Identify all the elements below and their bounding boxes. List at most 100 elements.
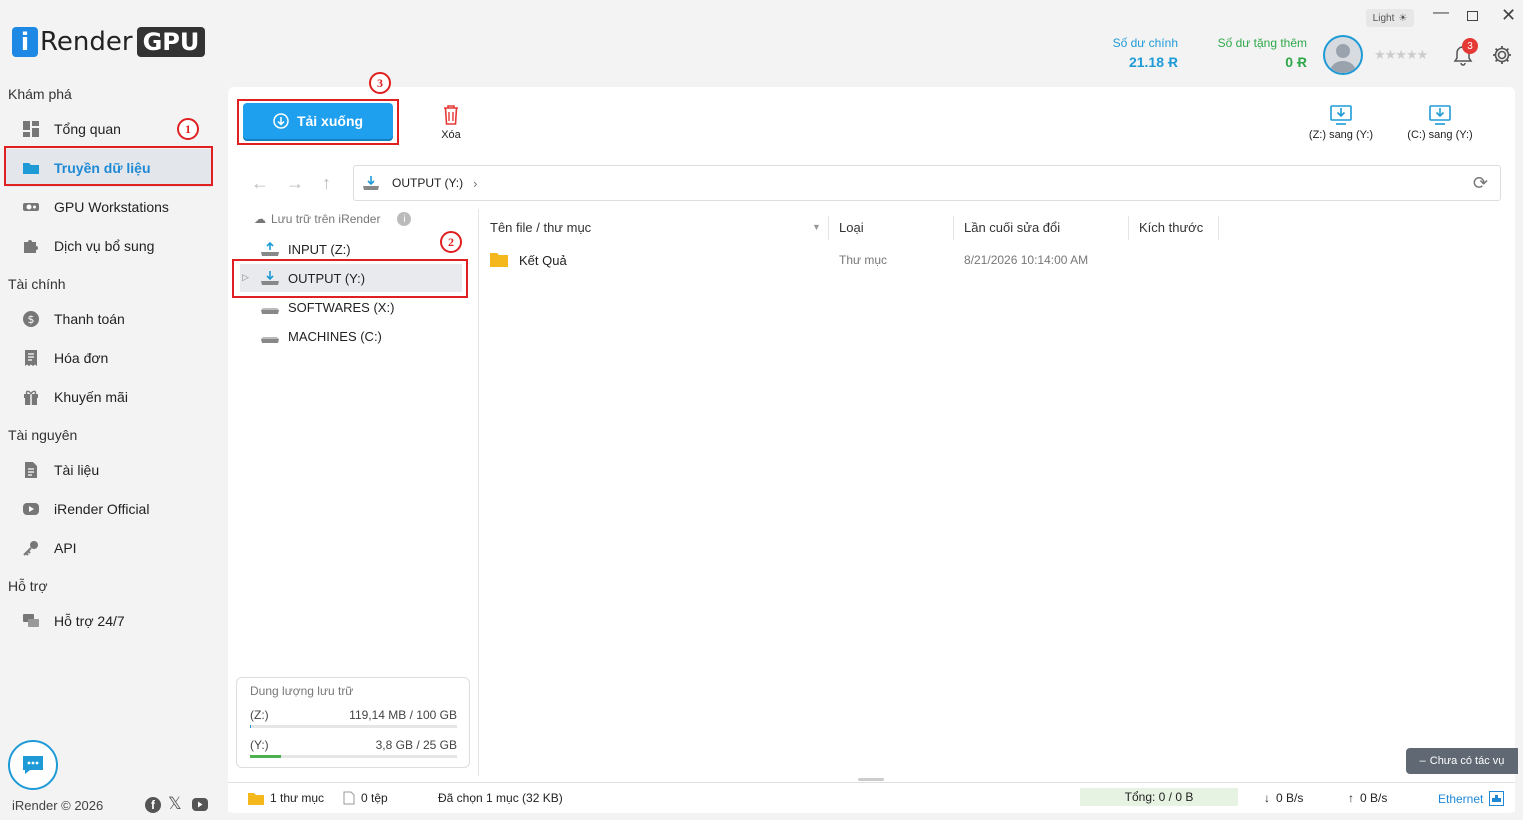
delete-button[interactable]: Xóa: [436, 104, 466, 141]
tree-item-label: INPUT (Z:): [288, 241, 351, 257]
z-to-y-label: (Z:) sang (Y:): [1308, 129, 1374, 141]
toast-label: Chưa có tác vụ: [1429, 755, 1505, 767]
status-network: Ethernet: [1438, 791, 1484, 806]
storage-panel: Dung lượng lưu trữ (Z:) 119,14 MB / 100 …: [236, 677, 470, 768]
main-balance-value: 21.18 Ɍ: [1128, 54, 1178, 70]
sort-down-icon[interactable]: ▼: [812, 222, 821, 232]
minimize-icon[interactable]: —: [1433, 4, 1449, 22]
tree-item-label: MACHINES (C:): [288, 328, 382, 344]
drive-icon: [261, 308, 279, 314]
copyright: iRender © 2026: [12, 798, 104, 813]
sidebar-item-label: iRender Official: [54, 501, 150, 517]
bonus-balance-value: 0 Ɍ: [1285, 54, 1307, 70]
section-kham-pha: Khám phá: [8, 86, 72, 102]
column-divider[interactable]: [953, 216, 954, 240]
annotation-box-1: [4, 146, 213, 186]
sidebar-item-irender-official[interactable]: iRender Official: [6, 490, 212, 528]
sidebar-item-gpu-workstations[interactable]: GPU Workstations: [6, 188, 212, 226]
sidebar-item-dich-vu-bo-sung[interactable]: Dịch vụ bổ sung: [6, 227, 212, 265]
file-icon: [343, 791, 355, 805]
gift-icon: [24, 390, 38, 405]
refresh-icon[interactable]: ⟳: [1473, 173, 1488, 194]
section-tai-chinh: Tài chính: [8, 276, 66, 292]
column-header-name[interactable]: Tên file / thư mục: [490, 220, 591, 235]
tree-item-label: SOFTWARES (X:): [288, 299, 395, 315]
gear-icon[interactable]: [1491, 44, 1513, 69]
chevron-right-icon: ›: [473, 175, 478, 191]
storage-z-label: (Z:): [250, 708, 269, 722]
tree-item-machines[interactable]: MACHINES (C:): [260, 323, 382, 349]
drive-icon: [261, 337, 279, 343]
column-header-modified[interactable]: Lần cuối sửa đổi: [964, 220, 1060, 235]
theme-toggle[interactable]: Light ☀: [1366, 9, 1414, 27]
sidebar-item-ho-tro[interactable]: Hỗ trợ 24/7: [6, 602, 212, 640]
rating-stars: ★★★★★: [1374, 47, 1428, 62]
puzzle-icon: [24, 240, 38, 253]
c-to-y-button[interactable]: (C:) sang (Y:): [1404, 104, 1476, 141]
theme-label: Light: [1372, 12, 1395, 24]
sidebar-item-label: Khuyến mãi: [54, 389, 128, 405]
column-header-type[interactable]: Loại: [839, 220, 864, 235]
key-icon: [23, 541, 38, 556]
bonus-balance: Số dư tặng thêm 0 Ɍ: [1200, 36, 1307, 70]
logo-gpu: GPU: [136, 27, 206, 57]
transfer-icon: [1330, 105, 1352, 125]
annotation-box-3: [237, 99, 399, 145]
main-balance: Số dư chính 21.18 Ɍ: [1100, 36, 1178, 70]
info-icon[interactable]: i: [397, 212, 412, 226]
invoice-icon: [25, 350, 37, 366]
x-icon[interactable]: 𝕏: [168, 794, 182, 814]
pane-divider[interactable]: [478, 209, 479, 776]
back-arrow-icon[interactable]: ←: [251, 173, 269, 194]
column-divider[interactable]: [1218, 216, 1219, 240]
z-to-y-button[interactable]: (Z:) sang (Y:): [1305, 104, 1377, 141]
annotation-box-2: [232, 259, 468, 298]
storage-title: Dung lượng lưu trữ: [250, 684, 354, 698]
task-toast[interactable]: – Chưa có tác vụ: [1406, 748, 1518, 774]
resize-handle[interactable]: [858, 778, 884, 781]
cloud-icon: ☁: [254, 212, 266, 226]
c-to-y-label: (C:) sang (Y:): [1407, 129, 1473, 141]
sidebar-item-api[interactable]: API: [6, 529, 212, 567]
sidebar-item-label: Hỗ trợ 24/7: [54, 613, 125, 629]
address-bar[interactable]: OUTPUT (Y:) › ⟳: [353, 165, 1501, 201]
maximize-icon[interactable]: [1467, 11, 1478, 21]
status-down: 0 B/s: [1276, 791, 1304, 805]
table-row[interactable]: Kết Quả Thư mục 8/21/2026 10:14:00 AM: [480, 246, 1500, 274]
avatar[interactable]: [1323, 35, 1363, 75]
sidebar-item-label: Hóa đơn: [54, 350, 109, 366]
chat-icon: [23, 614, 39, 627]
column-divider[interactable]: [828, 216, 829, 240]
sidebar-item-label: API: [54, 540, 77, 556]
download-arrow-icon: ↓: [1264, 791, 1270, 805]
bonus-balance-label: Số dư tặng thêm: [1217, 36, 1307, 50]
storage-z-bar: [250, 725, 457, 728]
main-balance-label: Số dư chính: [1112, 36, 1178, 50]
trash-icon: [444, 105, 458, 125]
sidebar-item-khuyen-mai[interactable]: Khuyến mãi: [6, 378, 212, 416]
close-icon[interactable]: ✕: [1501, 5, 1516, 26]
forward-arrow-icon[interactable]: →: [286, 173, 304, 194]
row-modified: 8/21/2026 10:14:00 AM: [964, 253, 1089, 267]
transfer-icon: [1429, 105, 1451, 125]
logo-render: Render: [40, 27, 133, 57]
column-header-size[interactable]: Kích thước: [1139, 220, 1203, 235]
storage-y-value: 3,8 GB / 25 GB: [375, 738, 457, 752]
column-divider[interactable]: [1128, 216, 1129, 240]
facebook-icon[interactable]: f: [145, 797, 161, 813]
annotation-marker-2: 2: [440, 231, 462, 253]
chat-button[interactable]: [8, 740, 58, 790]
status-total-label: Tổng: 0 / 0 B: [1124, 790, 1194, 804]
youtube-social-icon[interactable]: [192, 798, 208, 811]
storage-z-value: 119,14 MB / 100 GB: [349, 708, 457, 722]
sidebar-item-thanh-toan[interactable]: $ Thanh toán: [6, 300, 212, 338]
sidebar-item-label: Tài liệu: [54, 462, 100, 478]
sidebar-item-tai-lieu[interactable]: Tài liệu: [6, 451, 212, 489]
up-arrow-icon[interactable]: ↑: [322, 173, 331, 194]
sidebar-item-hoa-don[interactable]: Hóa đơn: [6, 339, 212, 377]
sidebar-item-label: Dịch vụ bổ sung: [54, 238, 155, 254]
sidebar-item-label: GPU Workstations: [54, 199, 169, 215]
upload-arrow-icon: ↑: [1348, 791, 1354, 805]
storage-y-bar: [250, 755, 457, 758]
folder-icon: [248, 792, 264, 805]
